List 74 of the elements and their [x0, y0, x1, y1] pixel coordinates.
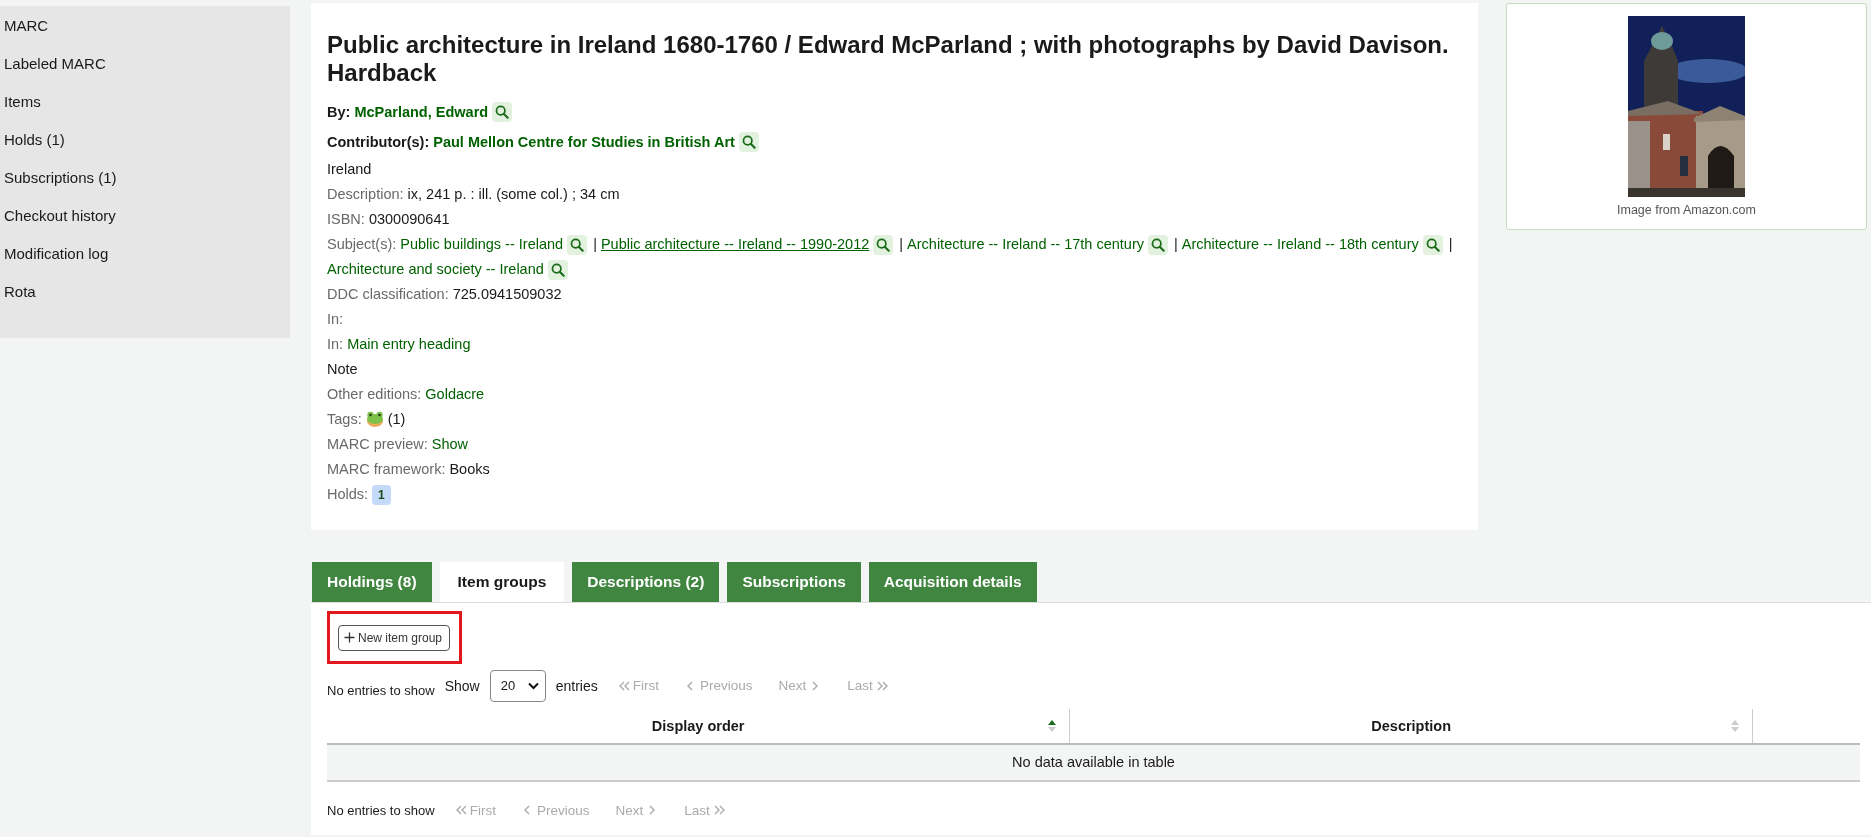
chevron-icon [712, 804, 725, 816]
search-icon[interactable] [547, 259, 568, 280]
sidebar-item[interactable]: MARC [4, 7, 49, 45]
field-label: ISBN: [327, 210, 365, 229]
subject-link[interactable]: Architecture and society -- Ireland [327, 257, 544, 282]
field-link[interactable]: Show [431, 432, 468, 457]
sidebar-item[interactable]: Labeled MARC [4, 45, 106, 83]
tab[interactable]: Holdings (8) [312, 562, 432, 602]
field-label: MARC preview: [327, 435, 428, 454]
field-link[interactable]: Goldacre [425, 382, 485, 407]
field-value: 725.0941509032 [452, 285, 562, 304]
record-text: Ireland [327, 160, 372, 179]
search-icon[interactable] [873, 234, 894, 255]
sidebar-item[interactable]: Rota [4, 273, 36, 311]
field-label: Contributor(s): [327, 133, 430, 152]
table-info: No entries to show [327, 683, 435, 698]
sidebar-item[interactable]: Items [4, 83, 41, 121]
search-icon[interactable] [492, 102, 513, 122]
tab[interactable]: Subscriptions [727, 562, 861, 602]
sidebar-item[interactable]: Checkout history [4, 197, 116, 235]
separator-text: | [1174, 235, 1178, 254]
field-value: 0300090641 [368, 210, 450, 229]
frog-icon [365, 411, 384, 428]
search-icon[interactable] [738, 132, 759, 152]
author-link[interactable]: McParland, Edward [354, 97, 489, 127]
subject-link[interactable]: Public architecture -- Ireland -- 1990-2012 [600, 232, 870, 257]
field-label: Subject(s): [327, 235, 397, 254]
page-size-select[interactable]: 20 [489, 669, 546, 702]
new-item-group-button[interactable]: New item group [338, 624, 451, 651]
field-label: In: [327, 310, 344, 329]
field-label: In: [327, 335, 344, 354]
chevron-icon [454, 804, 467, 816]
holds-count-badge[interactable]: 1 [372, 484, 391, 505]
search-icon[interactable] [1148, 234, 1168, 255]
dropdown-icon [527, 681, 539, 690]
chevron-icon [617, 679, 630, 692]
field-label: Tags: [327, 410, 362, 429]
field-label: By: [327, 103, 351, 122]
search-icon[interactable] [567, 234, 588, 255]
field-label: DDC classification: [327, 285, 449, 304]
subject-link[interactable]: Architecture -- Ireland -- 18th century [1181, 232, 1419, 257]
record-title: Public architecture in Ireland 1680-1760 / Edward McParland ; with photographs by David Davison. Hardback [327, 31, 1450, 87]
sidebar-item[interactable]: Holds (1) [4, 121, 65, 159]
separator-text: | [899, 235, 904, 254]
sidebar-item[interactable]: Modification log [4, 235, 109, 273]
separator-text: | [1448, 235, 1453, 254]
field-label: Holds: [327, 485, 369, 504]
field-label: Description: [327, 185, 404, 204]
column-header[interactable]: Description [1371, 717, 1452, 734]
empty-table-message: No data available in table [1012, 754, 1175, 770]
entries-label: entries [555, 677, 598, 694]
image-caption: Image from Amazon.com [1617, 203, 1756, 217]
sort-icon[interactable] [1047, 718, 1058, 733]
sidebar-item[interactable]: Subscriptions (1) [4, 159, 117, 197]
column-header[interactable]: Display order [651, 717, 745, 734]
subject-link[interactable]: Architecture -- Ireland -- 17th century [907, 232, 1144, 257]
tag-count: (1) [387, 410, 406, 429]
show-label: Show [444, 677, 480, 694]
plus-icon [344, 632, 355, 643]
tab[interactable]: Descriptions (2) [572, 562, 720, 602]
search-icon[interactable] [1422, 234, 1443, 255]
tab[interactable]: Acquisition details [868, 562, 1037, 602]
subject-link[interactable]: Public buildings -- Ireland [400, 232, 564, 257]
field-label: Other editions: [327, 385, 422, 404]
tab[interactable]: Item groups [439, 562, 565, 602]
field-value: Books [449, 460, 490, 479]
author-link[interactable]: Paul Mellon Centre for Studies in British Art [433, 127, 735, 157]
field-link[interactable]: Main entry heading [347, 332, 471, 357]
separator-text: | [593, 235, 597, 254]
field-label: MARC framework: [327, 460, 446, 479]
record-text: Note [327, 360, 358, 379]
chevron-icon [875, 679, 888, 692]
table-info: No entries to show [327, 802, 435, 818]
field-value: ix, 241 p. : ill. (some col.) ; 34 cm [407, 185, 620, 204]
